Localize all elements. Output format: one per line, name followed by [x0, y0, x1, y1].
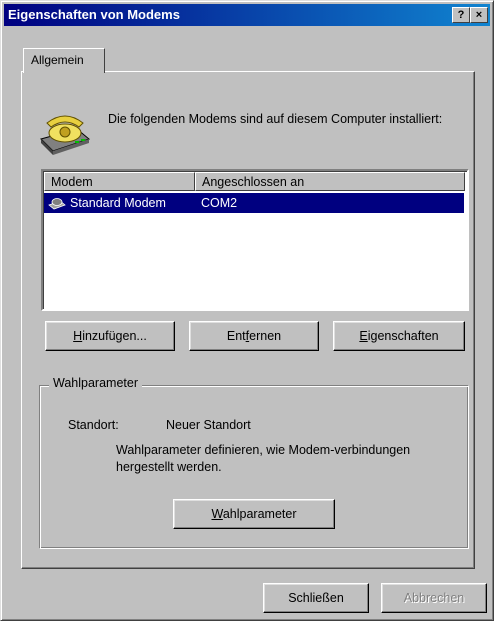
intro-text: Die folgenden Modems sind auf diesem Com… [108, 112, 443, 126]
properties-button-mnemonic: E [359, 329, 368, 343]
modem-list[interactable]: Modem Angeschlossen an Standard Modem CO… [41, 169, 469, 311]
remove-button-rest: ernen [249, 329, 282, 343]
cell-port: COM2 [201, 196, 238, 210]
cancel-button[interactable]: Abbrechen [381, 583, 487, 613]
tab-general[interactable]: Allgemein [23, 48, 105, 73]
telephone-modem-icon [37, 109, 93, 158]
modem-row-icon [48, 195, 66, 217]
dialing-parameters-button[interactable]: Wahlparameter [173, 499, 335, 529]
add-button[interactable]: Hinzufügen... [45, 321, 175, 351]
column-header-port-label: Angeschlossen an [202, 175, 305, 189]
dialog-window: Eigenschaften von Modems ? × Allgemein D… [0, 0, 494, 621]
properties-button-rest: igenschaften [367, 329, 439, 343]
group-title: Wahlparameter [49, 376, 142, 390]
add-button-rest: inzufügen... [82, 329, 147, 343]
title-bar[interactable]: Eigenschaften von Modems ? × [4, 4, 490, 26]
column-header-port[interactable]: Angeschlossen an [195, 172, 465, 191]
dial-button-mnemonic: W [211, 507, 223, 521]
column-header-modem-label: Modem [51, 175, 93, 189]
properties-button[interactable]: Eigenschaften [333, 321, 465, 351]
location-label: Standort: [68, 418, 119, 432]
column-header-modem[interactable]: Modem [44, 172, 195, 191]
dial-button-rest: ahlparameter [222, 507, 297, 521]
dialing-description: Wahlparameter definieren, wie Modem-verb… [116, 443, 411, 474]
close-window-button[interactable]: × [470, 7, 488, 23]
window-title: Eigenschaften von Modems [8, 7, 180, 22]
location-value: Neuer Standort [166, 418, 251, 432]
cell-modem-name: Standard Modem [70, 196, 166, 210]
tab-general-label: Allgemein [31, 53, 84, 67]
add-button-mnemonic: H [73, 329, 83, 343]
close-button[interactable]: Schließen [263, 583, 369, 613]
remove-button-prefix: Ent [226, 329, 246, 343]
list-item[interactable]: Standard Modem COM2 [44, 193, 464, 213]
help-button[interactable]: ? [452, 7, 470, 23]
remove-button[interactable]: Entfernen [189, 321, 319, 351]
